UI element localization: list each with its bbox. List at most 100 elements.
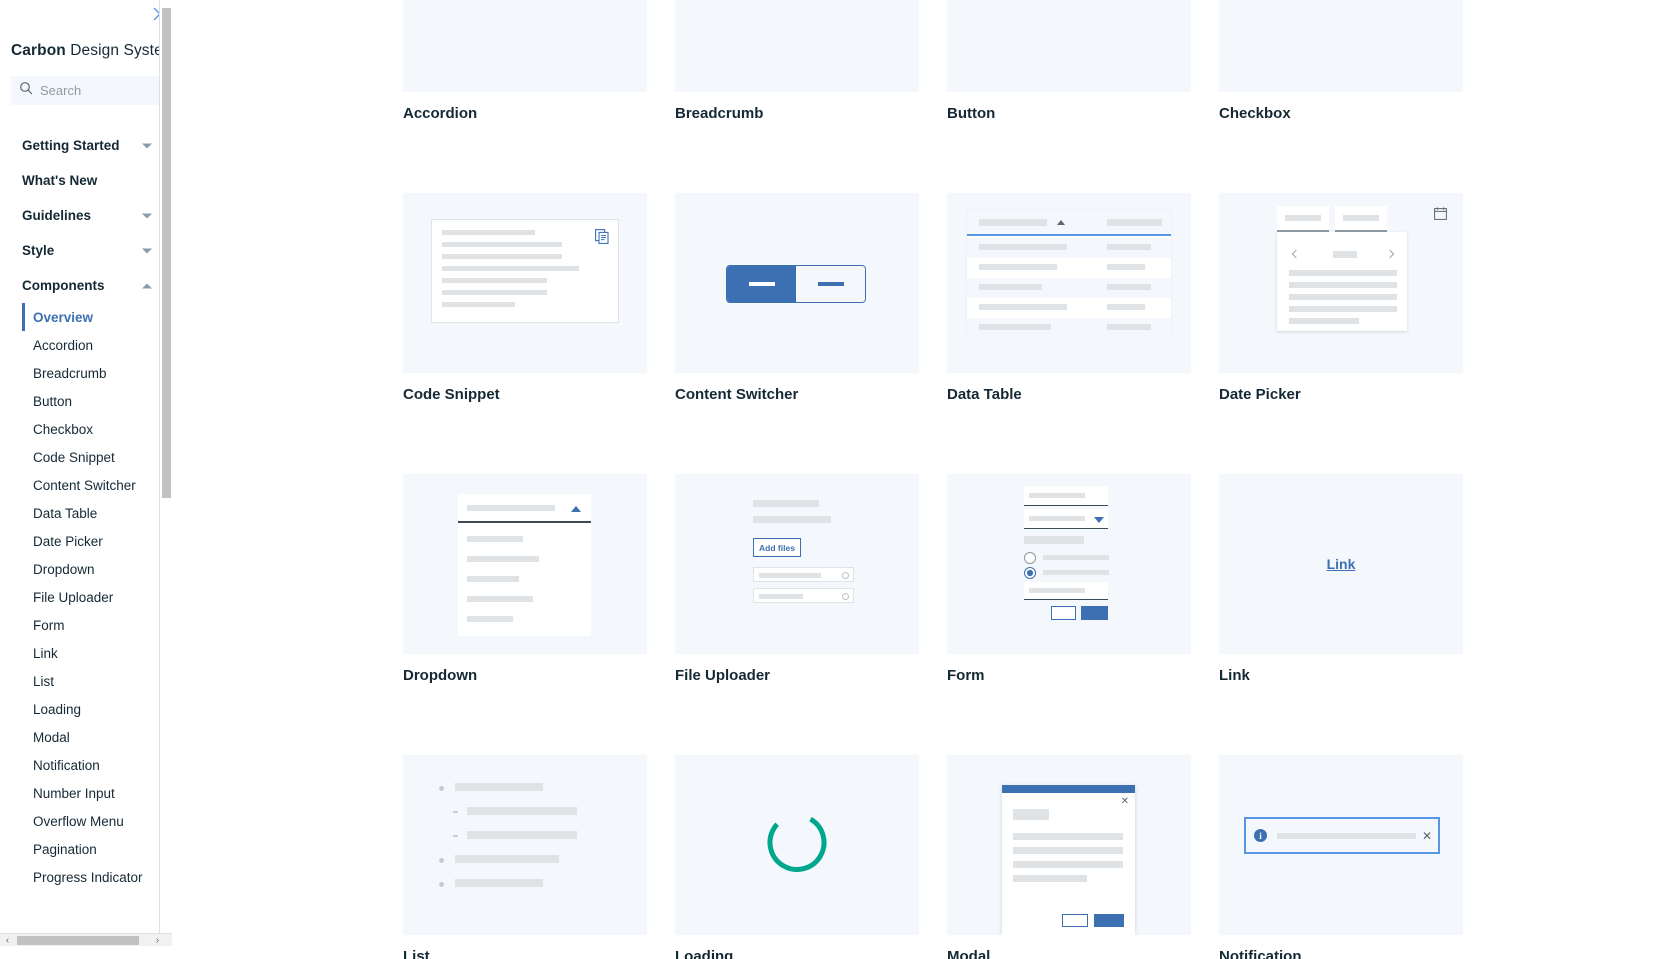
sidebar-item-pagination[interactable]: Pagination: [0, 835, 172, 863]
component-preview-checkbox[interactable]: [1219, 0, 1463, 92]
sidebar-item-form[interactable]: Form: [0, 611, 172, 639]
sidebar-item-overview[interactable]: Overview: [0, 303, 172, 331]
prev-month-icon[interactable]: [1291, 249, 1301, 259]
component-preview-list[interactable]: [403, 755, 647, 935]
sidebar-item-content-switcher[interactable]: Content Switcher: [0, 471, 172, 499]
component-card-modal[interactable]: ✕ Modal: [947, 755, 1191, 959]
close-icon[interactable]: ✕: [1416, 829, 1438, 843]
component-preview-date-picker[interactable]: [1219, 193, 1463, 373]
sidebar-item-breadcrumb[interactable]: Breadcrumb: [0, 359, 172, 387]
component-card-accordion[interactable]: Accordion: [403, 0, 647, 193]
radio-unselected[interactable]: [1024, 552, 1036, 564]
component-preview-file-uploader[interactable]: Add files: [675, 474, 919, 654]
component-card-link[interactable]: Link Link: [1219, 474, 1463, 755]
scroll-right-icon[interactable]: ›: [150, 934, 165, 946]
dropdown[interactable]: [458, 494, 591, 636]
copy-icon[interactable]: [595, 229, 609, 249]
component-preview-notification[interactable]: i ✕: [1219, 755, 1463, 935]
radio-selected[interactable]: [1024, 567, 1036, 579]
scroll-left-icon[interactable]: ‹: [0, 934, 15, 946]
sidebar-item-checkbox[interactable]: Checkbox: [0, 415, 172, 443]
remove-file-icon[interactable]: [842, 572, 849, 579]
sidebar-item-modal[interactable]: Modal: [0, 723, 172, 751]
search-box[interactable]: [11, 76, 159, 105]
textarea-field[interactable]: [1024, 582, 1108, 600]
secondary-button[interactable]: [1051, 606, 1076, 620]
sidebar-horizontal-scrollbar[interactable]: ‹ ›: [0, 933, 172, 946]
secondary-button[interactable]: [1062, 914, 1088, 927]
component-preview-button[interactable]: Button: [947, 0, 1191, 92]
dropdown-item[interactable]: [467, 556, 539, 562]
component-card-dropdown[interactable]: Dropdown: [403, 474, 647, 755]
component-preview-data-table[interactable]: [947, 193, 1191, 373]
component-card-checkbox[interactable]: Checkbox: [1219, 0, 1463, 193]
sidebar-item-accordion[interactable]: Accordion: [0, 331, 172, 359]
dropdown-item[interactable]: [467, 576, 519, 582]
component-card-button[interactable]: Button Button: [947, 0, 1191, 193]
sidebar-item-data-table[interactable]: Data Table: [0, 499, 172, 527]
component-preview-modal[interactable]: ✕: [947, 755, 1191, 935]
sidebar-item-loading[interactable]: Loading: [0, 695, 172, 723]
remove-file-icon[interactable]: [842, 593, 849, 600]
dropdown-item[interactable]: [467, 616, 513, 622]
component-card-file-uploader[interactable]: Add files File Uploader: [675, 474, 919, 755]
component-card-breadcrumb[interactable]: Crumb 1/Crumb 2/Crumb 3/Breadcrumb: [675, 0, 919, 193]
component-preview-dropdown[interactable]: [403, 474, 647, 654]
sidebar-item-components[interactable]: Components: [0, 268, 172, 303]
sidebar-item-number-input[interactable]: Number Input: [0, 779, 172, 807]
component-card-loading[interactable]: Loading: [675, 755, 919, 959]
sidebar-item-list[interactable]: List: [0, 667, 172, 695]
switcher-segment[interactable]: [796, 266, 865, 302]
component-preview-link[interactable]: Link: [1219, 474, 1463, 654]
table-row[interactable]: [967, 258, 1171, 278]
component-card-data-table[interactable]: Data Table: [947, 193, 1191, 474]
close-icon[interactable]: ✕: [1121, 797, 1129, 807]
text-field[interactable]: [1024, 486, 1108, 506]
scrollbar-thumb-horizontal[interactable]: [17, 936, 139, 945]
search-input[interactable]: [40, 83, 140, 98]
dropdown-item[interactable]: [467, 596, 533, 602]
component-preview-code-snippet[interactable]: [403, 193, 647, 373]
sidebar-item-code-snippet[interactable]: Code Snippet: [0, 443, 172, 471]
component-preview-content-switcher[interactable]: [675, 193, 919, 373]
sidebar-item-guidelines[interactable]: Guidelines: [0, 198, 172, 233]
calendar-icon[interactable]: [1434, 207, 1447, 225]
component-preview-loading[interactable]: [675, 755, 919, 935]
component-card-form[interactable]: Form: [947, 474, 1191, 755]
chevron-up-icon[interactable]: [571, 506, 581, 512]
component-card-notification[interactable]: i ✕ Notification: [1219, 755, 1463, 959]
sidebar-item-style[interactable]: Style: [0, 233, 172, 268]
table-row[interactable]: [967, 238, 1171, 258]
component-card-date-picker[interactable]: Date Picker: [1219, 193, 1463, 474]
sidebar-item-progress-indicator[interactable]: Progress Indicator: [0, 863, 172, 891]
sidebar-item-getting-started[interactable]: Getting Started: [0, 128, 172, 163]
sidebar-item-link[interactable]: Link: [0, 639, 172, 667]
sidebar-item-date-picker[interactable]: Date Picker: [0, 527, 172, 555]
select-field[interactable]: [1024, 509, 1108, 529]
dropdown-item[interactable]: [467, 536, 523, 542]
primary-button[interactable]: [1094, 914, 1124, 927]
table-row[interactable]: [967, 278, 1171, 298]
switcher-segment-selected[interactable]: [727, 266, 796, 302]
dropdown-trigger[interactable]: [458, 494, 591, 523]
scrollbar-thumb[interactable]: [162, 8, 171, 498]
component-card-code-snippet[interactable]: Code Snippet: [403, 193, 647, 474]
demo-link[interactable]: Link: [1327, 556, 1356, 572]
sort-ascending-icon[interactable]: [1057, 220, 1065, 225]
sidebar-item-whats-new[interactable]: What's New: [0, 163, 172, 198]
sidebar-item-dropdown[interactable]: Dropdown: [0, 555, 172, 583]
next-month-icon[interactable]: [1385, 249, 1395, 259]
sidebar-vertical-scrollbar[interactable]: [159, 0, 172, 946]
sidebar-item-file-uploader[interactable]: File Uploader: [0, 583, 172, 611]
table-row[interactable]: [967, 298, 1171, 318]
table-row[interactable]: [967, 318, 1171, 338]
primary-button[interactable]: [1081, 606, 1108, 620]
component-preview-breadcrumb[interactable]: Crumb 1/Crumb 2/Crumb 3/: [675, 0, 919, 92]
chevron-down-icon[interactable]: [1094, 517, 1104, 523]
component-card-content-switcher[interactable]: Content Switcher: [675, 193, 919, 474]
sidebar-item-notification[interactable]: Notification: [0, 751, 172, 779]
component-preview-form[interactable]: [947, 474, 1191, 654]
date-input-end[interactable]: [1335, 206, 1387, 232]
add-files-button[interactable]: Add files: [753, 538, 801, 557]
sidebar-item-overflow-menu[interactable]: Overflow Menu: [0, 807, 172, 835]
